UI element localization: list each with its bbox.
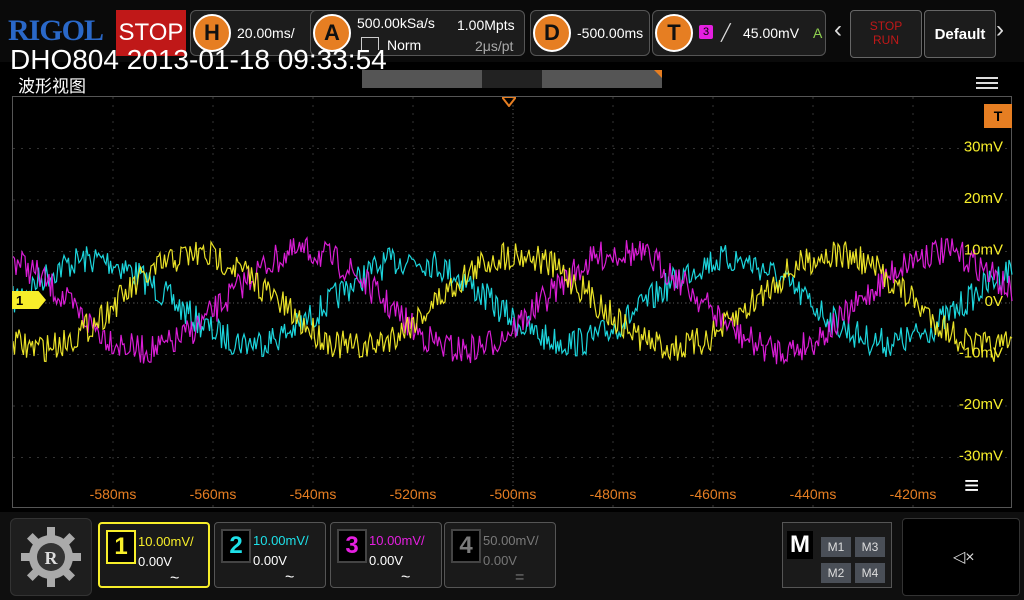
channel-offset: 0.00V xyxy=(253,553,287,568)
math-m3[interactable]: M3 xyxy=(855,537,885,557)
trigger-mode: A xyxy=(813,25,823,41)
x-tick-label: -420ms xyxy=(890,486,937,502)
math-m1[interactable]: M1 xyxy=(821,537,851,557)
math-m2[interactable]: M2 xyxy=(821,563,851,583)
channel-3-box[interactable]: 3 10.00mV/0.00V ~ xyxy=(330,522,442,588)
waveform-svg: 30mV 20mV 10mV 0V -10mV -20mV -30mV -580ms -560m… xyxy=(12,97,1013,509)
channel-number: 2 xyxy=(221,529,251,563)
x-tick-label: -440ms xyxy=(790,486,837,502)
x-tick-label: -480ms xyxy=(590,486,637,502)
channel-offset: 0.00V xyxy=(369,553,403,568)
math-m4[interactable]: M4 xyxy=(855,563,885,583)
ch1-level-label: 1 xyxy=(16,292,24,308)
channel-coupling: = xyxy=(515,569,525,586)
rigol-gear-button[interactable]: R xyxy=(10,518,92,596)
trigger-key: T xyxy=(655,14,693,52)
channel-offset: 0.00V xyxy=(483,553,517,568)
trigger-time-marker xyxy=(499,94,519,108)
run-stop-line2: RUN xyxy=(873,33,899,47)
trigger-level: 45.00mV xyxy=(743,25,800,41)
channel-2-box[interactable]: 2 10.00mV/0.00V ~ xyxy=(214,522,326,588)
nav-left-icon[interactable]: ‹ xyxy=(834,16,842,44)
channel-number: 1 xyxy=(106,530,136,564)
default-button[interactable]: Default xyxy=(924,10,996,58)
panel-title: 波形视图 xyxy=(18,77,86,96)
svg-text:R: R xyxy=(45,548,59,568)
channel-number: 3 xyxy=(337,529,367,563)
trigger-panel[interactable]: T 3 ╱ 45.00mV A xyxy=(652,10,826,56)
x-tick-label: -520ms xyxy=(390,486,437,502)
x-tick-label: -540ms xyxy=(290,486,337,502)
math-panel[interactable]: M M1 M3 M2 M4 xyxy=(782,522,892,588)
gear-icon: R xyxy=(21,527,81,587)
channel-number: 4 xyxy=(451,529,481,563)
sound-panel[interactable]: ◁× xyxy=(902,518,1020,596)
x-tick-label: -500ms xyxy=(490,486,537,502)
acq-mode: Norm xyxy=(387,37,422,53)
channel-coupling: ~ xyxy=(170,570,180,587)
math-label: M xyxy=(787,531,813,559)
channel-coupling: ~ xyxy=(285,569,295,586)
channel-4-box[interactable]: 4 50.00mV/0.00V = xyxy=(444,522,556,588)
channel-offset: 0.00V xyxy=(138,554,172,569)
x-tick-label: -580ms xyxy=(90,486,137,502)
channel-scale: 10.00mV/ xyxy=(253,533,309,548)
trigger-level-label: T xyxy=(993,108,1003,124)
speaker-mute-icon[interactable]: ◁× xyxy=(953,547,975,567)
y-tick-label: 0V xyxy=(985,293,1003,310)
run-stop-button[interactable]: STOP RUN xyxy=(850,10,922,58)
memory-navigator-window[interactable] xyxy=(482,70,542,88)
y-tick-label: -10mV xyxy=(959,345,1003,362)
channel-scale: 10.00mV/ xyxy=(369,533,425,548)
horizontal-timebase: 20.00ms/ xyxy=(237,25,295,41)
run-stop-line1: STOP xyxy=(869,19,903,33)
y-tick-label: 10mV xyxy=(964,242,1003,259)
delay-value: -500.00ms xyxy=(577,25,644,41)
waveform-display[interactable]: 30mV 20mV 10mV 0V -10mV -20mV -30mV -580ms -560m… xyxy=(12,96,1013,509)
y-tick-label: 30mV xyxy=(964,139,1003,156)
nav-right-icon[interactable]: › xyxy=(996,16,1004,44)
brand-logo: RIGOL xyxy=(8,14,104,47)
trigger-level-marker: T xyxy=(984,104,1012,128)
rising-edge-icon: ╱ xyxy=(721,25,731,42)
channel-1-box[interactable]: 1 10.00mV/0.00V ~ xyxy=(98,522,210,588)
y-tick-label: -20mV xyxy=(959,396,1003,413)
delay-key: D xyxy=(533,14,571,52)
sample-rate: 500.00kSa/s xyxy=(357,15,435,31)
delay-panel[interactable]: D -500.00ms xyxy=(530,10,650,56)
y-tick-label: 20mV xyxy=(964,190,1003,207)
y-tick-label: -30mV xyxy=(959,448,1003,465)
x-tick-label: -560ms xyxy=(190,486,237,502)
x-tick-label: -460ms xyxy=(690,486,737,502)
trigger-position-marker xyxy=(654,70,662,78)
menu-icon[interactable] xyxy=(976,74,998,90)
memory-depth: 1.00Mpts xyxy=(457,17,515,33)
channel-scale: 10.00mV/ xyxy=(138,534,194,549)
channel-scale: 50.00mV/ xyxy=(483,533,539,548)
collapse-icon[interactable]: ≡ xyxy=(964,470,979,501)
sample-interval: 2μs/pt xyxy=(475,38,514,54)
trigger-source-badge: 3 xyxy=(699,25,714,39)
channel-coupling: ~ xyxy=(401,569,411,586)
